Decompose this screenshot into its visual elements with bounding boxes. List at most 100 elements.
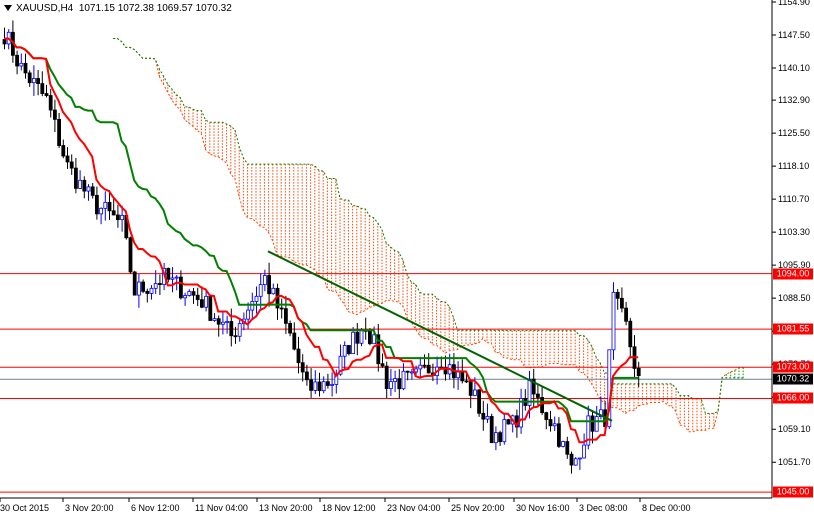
candle-body xyxy=(107,201,112,212)
candle-body xyxy=(116,214,120,221)
price-tick-label: 1140.10 xyxy=(778,63,810,73)
candle-body xyxy=(552,423,557,427)
candle-body xyxy=(393,378,398,383)
candle-body xyxy=(472,389,477,396)
open-value: 1071.15 xyxy=(78,3,115,14)
candle-body xyxy=(279,307,284,310)
candle-body xyxy=(464,380,469,383)
candle-body xyxy=(346,345,351,355)
time-tick-label: 3 Nov 20:00 xyxy=(65,503,114,513)
candle-body xyxy=(300,362,305,373)
candle-body xyxy=(187,291,192,296)
candle-body xyxy=(536,393,540,398)
time-tick-label: 13 Nov 20:00 xyxy=(259,503,313,513)
price-tick-label: 1110.70 xyxy=(778,194,810,205)
candle-body xyxy=(506,419,511,425)
level-price-label: 1073.00 xyxy=(773,361,813,373)
candle-body xyxy=(304,371,309,381)
candle-body xyxy=(44,93,49,96)
candle-body xyxy=(23,62,28,74)
candle-body xyxy=(57,118,61,146)
candle-body xyxy=(569,453,574,466)
time-tick-label: 6 Nov 12:00 xyxy=(131,503,180,513)
candle-body xyxy=(32,78,36,84)
candle-body xyxy=(61,145,66,157)
candle-body xyxy=(288,322,293,334)
candle-body xyxy=(565,441,570,455)
price-tick-label: 1088.50 xyxy=(778,293,811,304)
time-tick-label: 30 Oct 2015 xyxy=(0,503,50,513)
candle-body xyxy=(48,95,53,111)
candle-body xyxy=(485,416,490,420)
candle-body xyxy=(170,277,175,280)
price-tick-label: 1103.30 xyxy=(778,227,810,238)
candle-body xyxy=(208,295,213,321)
candle-body xyxy=(157,283,162,285)
candle-body xyxy=(628,320,633,348)
candle-body xyxy=(367,329,372,345)
candle-body xyxy=(493,432,498,444)
time-tick-label: 8 Dec 00:00 xyxy=(642,503,691,513)
candle-body xyxy=(267,275,272,295)
candle-body xyxy=(481,412,486,420)
candle-body xyxy=(561,441,565,447)
candle-body xyxy=(27,72,32,84)
candle-body xyxy=(254,295,259,302)
candle-body xyxy=(292,332,297,350)
candle-body xyxy=(548,419,553,427)
candle-body xyxy=(594,416,599,432)
symbol-label: XAUUSD,H4 xyxy=(16,3,74,14)
candle-body xyxy=(229,321,234,337)
candle-body xyxy=(573,458,578,466)
candle-body xyxy=(174,276,179,279)
candle-body xyxy=(216,318,221,325)
candle-body xyxy=(405,370,410,373)
level-price-label: 1081.55 xyxy=(773,323,813,335)
time-tick-label: 18 Nov 12:00 xyxy=(322,503,376,513)
price-tick-label: 1051.70 xyxy=(778,457,811,468)
candle-body xyxy=(53,109,57,120)
chart-title: XAUUSD,H4 1071.15 1072.38 1069.57 1070.3… xyxy=(4,3,232,14)
candle-body xyxy=(624,307,628,322)
candle-body xyxy=(620,297,624,309)
candle-body xyxy=(212,318,217,321)
candle-body xyxy=(296,348,301,364)
candle-body xyxy=(166,267,171,280)
candle-body xyxy=(359,329,364,344)
candle-body xyxy=(498,432,503,443)
dropdown-triangle-icon[interactable] xyxy=(4,5,12,12)
candle-body xyxy=(40,83,45,94)
candle-body xyxy=(233,335,238,338)
candle-body xyxy=(502,419,507,443)
candle-body xyxy=(557,423,561,447)
candle-body xyxy=(380,363,385,367)
candle-body xyxy=(468,380,473,396)
candle-body xyxy=(141,281,146,292)
time-tick-label: 25 Nov 20:00 xyxy=(451,503,505,513)
price-tick-label: 1059.10 xyxy=(778,424,811,435)
candle-body xyxy=(330,384,335,386)
candle-body xyxy=(99,207,103,215)
price-chart[interactable] xyxy=(0,0,814,516)
candle-body xyxy=(136,281,141,296)
candle-body xyxy=(237,323,242,337)
candle-body xyxy=(220,321,225,325)
candle-body xyxy=(82,179,87,192)
candle-body xyxy=(321,381,326,392)
candle-body xyxy=(262,275,267,286)
candle-body xyxy=(145,290,150,294)
candle-body xyxy=(86,186,91,192)
candle-body xyxy=(15,54,20,67)
candle-body xyxy=(519,398,523,428)
candle-body xyxy=(355,331,360,344)
candle-body xyxy=(78,179,82,189)
candle-body xyxy=(590,415,595,432)
candle-body xyxy=(195,294,200,301)
candle-body xyxy=(2,39,7,45)
candle-body xyxy=(313,381,318,391)
candle-body xyxy=(342,345,347,357)
candle-body xyxy=(283,308,288,324)
level-price-label: 1045.00 xyxy=(773,486,813,498)
candle-body xyxy=(309,379,314,391)
candle-body xyxy=(183,295,188,299)
